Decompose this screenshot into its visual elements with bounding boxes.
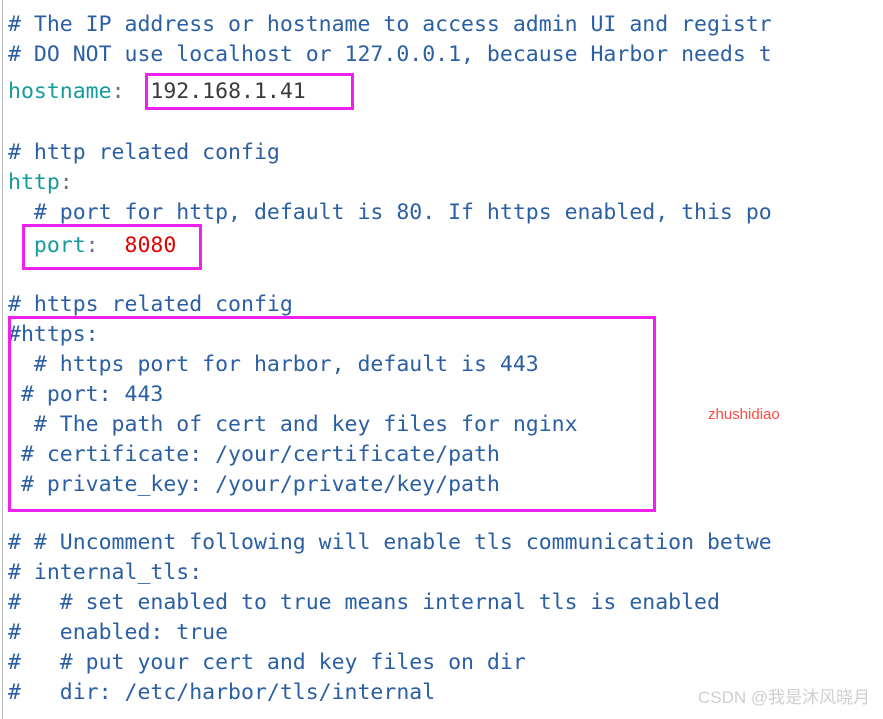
line-tls-enabled[interactable]: # enabled: true — [8, 618, 228, 648]
line-hostname-comment-1[interactable]: # The IP address or hostname to access a… — [8, 10, 772, 40]
line-https-key-seg-0: #https: — [8, 322, 99, 347]
code-editor-area[interactable]: # The IP address or hostname to access a… — [0, 0, 883, 719]
line-tls-enabled-seg-0: # enabled: true — [8, 620, 229, 645]
line-https-certificate[interactable]: # certificate: /your/certificate/path — [8, 440, 500, 470]
line-http-port[interactable]: port: 8080 — [8, 231, 176, 261]
line-https-private-key-seg-0: # private_key: /your/private/key/path — [8, 472, 500, 497]
line-https-key[interactable]: #https: — [8, 320, 99, 350]
line-http-comment[interactable]: # http related config — [8, 138, 280, 168]
line-http-key-seg-0: http — [8, 170, 60, 195]
line-https-port-seg-0: # port: 443 — [8, 382, 164, 407]
line-hostname-comment-2[interactable]: # DO NOT use localhost or 127.0.0.1, bec… — [8, 40, 772, 70]
line-hostname[interactable]: hostname: 192.168.1.41 — [8, 77, 306, 107]
line-https-comment[interactable]: # https related config — [8, 290, 293, 320]
line-tls-put-cert-seg-0: # # put your cert and key files on dir — [8, 650, 526, 675]
line-hostname-comment-1-seg-0: # The IP address or hostname to access a… — [8, 12, 772, 37]
line-hostname-seg-2: 192.168.1.41 — [150, 79, 306, 104]
line-tls-set-enabled[interactable]: # # set enabled to true means internal t… — [8, 588, 720, 618]
line-https-certificate-seg-0: # certificate: /your/certificate/path — [8, 442, 500, 467]
line-http-comment-seg-0: # http related config — [8, 140, 280, 165]
line-tls-set-enabled-seg-0: # # set enabled to true means internal t… — [8, 590, 720, 615]
line-https-port[interactable]: # port: 443 — [8, 380, 163, 410]
line-http-port-seg-0: port — [8, 233, 86, 258]
line-https-private-key[interactable]: # private_key: /your/private/key/path — [8, 470, 500, 500]
line-http-port-comment-seg-0: # port for http, default is 80. If https… — [8, 200, 772, 225]
line-http-port-comment[interactable]: # port for http, default is 80. If https… — [8, 198, 772, 228]
line-internal-tls[interactable]: # internal_tls: — [8, 558, 202, 588]
line-http-key-seg-1: : — [59, 170, 73, 195]
line-tls-dir[interactable]: # dir: /etc/harbor/tls/internal — [8, 678, 435, 708]
line-https-cert-comment-seg-0: # The path of cert and key files for ngi… — [8, 412, 578, 437]
line-hostname-seg-1: : — [111, 79, 151, 104]
line-tls-uncomment[interactable]: # # Uncomment following will enable tls … — [8, 528, 772, 558]
line-https-port-comment-seg-0: # https port for harbor, default is 443 — [8, 352, 539, 377]
line-hostname-comment-2-seg-0: # DO NOT use localhost or 127.0.0.1, bec… — [8, 42, 772, 67]
line-tls-uncomment-seg-0: # # Uncomment following will enable tls … — [8, 530, 772, 555]
line-https-cert-comment[interactable]: # The path of cert and key files for ngi… — [8, 410, 578, 440]
line-http-port-seg-2: 8080 — [111, 233, 177, 258]
line-tls-dir-seg-0: # dir: /etc/harbor/tls/internal — [8, 680, 436, 705]
line-tls-put-cert[interactable]: # # put your cert and key files on dir — [8, 648, 526, 678]
line-internal-tls-seg-0: # internal_tls: — [8, 560, 203, 585]
annotation-zhushidiao: zhushidiao — [708, 406, 780, 423]
line-http-key[interactable]: http: — [8, 168, 73, 198]
line-hostname-seg-0: hostname — [8, 79, 112, 104]
line-https-comment-seg-0: # https related config — [8, 292, 293, 317]
line-http-port-seg-1: : — [85, 233, 112, 258]
line-https-port-comment[interactable]: # https port for harbor, default is 443 — [8, 350, 539, 380]
csdn-watermark: CSDN @我是沐风晓月 — [698, 688, 871, 707]
